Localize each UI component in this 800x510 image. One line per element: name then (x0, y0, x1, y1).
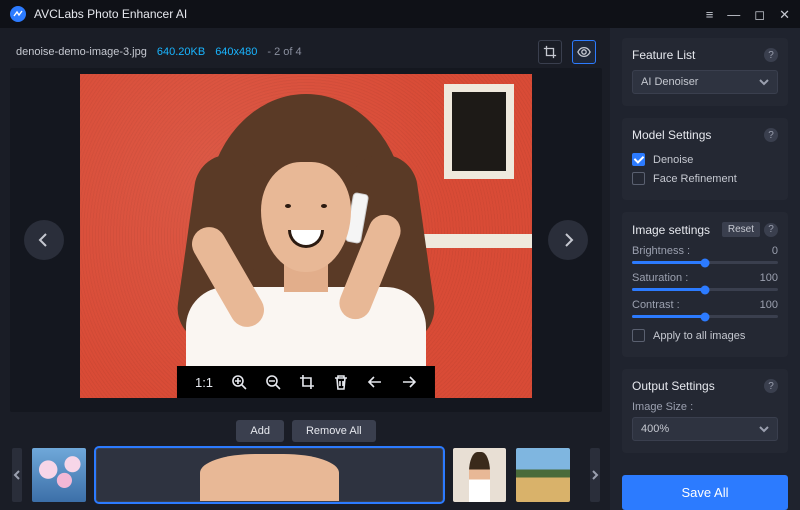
checkbox-icon (632, 329, 645, 342)
feature-select-value: AI Denoiser (641, 76, 698, 88)
save-all-button[interactable]: Save All (622, 475, 788, 510)
thumbnail[interactable] (96, 448, 444, 502)
denoise-checkbox[interactable]: Denoise (632, 150, 778, 169)
brightness-label: Brightness : (632, 245, 690, 257)
zoom-out-icon[interactable] (265, 374, 281, 390)
image-settings-heading: Image settings (632, 223, 710, 237)
thumbnail-strip (10, 448, 602, 502)
file-name: denoise-demo-image-3.jpg (16, 46, 147, 58)
brightness-value: 0 (772, 245, 778, 257)
image-viewer: 1:1 (10, 68, 602, 412)
next-image-button[interactable] (548, 220, 588, 260)
close-button[interactable]: ✕ (779, 8, 790, 21)
maximize-button[interactable]: ◻ (754, 8, 765, 21)
title-bar: AVCLabs Photo Enhancer AI ≡ — ◻ ✕ (0, 0, 800, 28)
chevron-down-icon (759, 424, 769, 434)
contrast-slider[interactable] (632, 315, 778, 318)
redo-arrow-icon[interactable] (401, 374, 417, 390)
chevron-down-icon (759, 77, 769, 87)
model-settings-panel: Model Settings? Denoise Face Refinement (622, 118, 788, 200)
output-settings-panel: Output Settings? Image Size : 400% (622, 369, 788, 453)
help-icon[interactable]: ? (764, 48, 778, 62)
apply-all-checkbox[interactable]: Apply to all images (632, 326, 778, 345)
help-icon[interactable]: ? (764, 223, 778, 237)
zoom-ratio-button[interactable]: 1:1 (195, 375, 213, 390)
remove-all-button[interactable]: Remove All (292, 420, 376, 442)
minimize-button[interactable]: — (727, 8, 740, 21)
contrast-label: Contrast : (632, 299, 680, 311)
image-size-select[interactable]: 400% (632, 417, 778, 441)
contrast-value: 100 (760, 299, 778, 311)
image-size-label: Image Size : (632, 401, 778, 413)
thumbs-prev-button[interactable] (12, 448, 22, 502)
thumbnail[interactable] (516, 448, 569, 502)
face-refinement-checkbox[interactable]: Face Refinement (632, 169, 778, 188)
zoom-in-icon[interactable] (231, 374, 247, 390)
model-heading: Model Settings (632, 128, 711, 142)
add-button[interactable]: Add (236, 420, 284, 442)
saturation-value: 100 (760, 272, 778, 284)
help-icon[interactable]: ? (764, 379, 778, 393)
preview-image (80, 74, 532, 398)
saturation-label: Saturation : (632, 272, 688, 284)
file-info-bar: denoise-demo-image-3.jpg 640.20KB 640x48… (10, 36, 602, 68)
feature-heading: Feature List (632, 48, 695, 62)
prev-image-button[interactable] (24, 220, 64, 260)
menu-icon[interactable]: ≡ (706, 8, 714, 21)
feature-panel: Feature List? AI Denoiser (622, 38, 788, 106)
crop-icon[interactable] (299, 374, 315, 390)
thumbs-next-button[interactable] (590, 448, 600, 502)
image-settings-panel: Image settings Reset? Brightness : 0 Satu… (622, 212, 788, 357)
checkbox-icon (632, 172, 645, 185)
saturation-slider[interactable] (632, 288, 778, 291)
file-dimensions: 640x480 (215, 46, 257, 58)
reset-button[interactable]: Reset (722, 222, 760, 237)
app-title: AVCLabs Photo Enhancer AI (34, 7, 698, 21)
output-heading: Output Settings (632, 379, 715, 393)
help-icon[interactable]: ? (764, 128, 778, 142)
crop-tool-button[interactable] (538, 40, 562, 64)
feature-select[interactable]: AI Denoiser (632, 70, 778, 94)
brightness-slider[interactable] (632, 261, 778, 264)
zoom-toolbar: 1:1 (177, 366, 435, 398)
thumbnail[interactable] (453, 448, 506, 502)
delete-icon[interactable] (333, 374, 349, 390)
checkbox-icon (632, 153, 645, 166)
page-indicator: - 2 of 4 (267, 46, 301, 58)
image-size-value: 400% (641, 423, 669, 435)
file-size: 640.20KB (157, 46, 205, 58)
app-logo-icon (10, 6, 26, 22)
preview-toggle-button[interactable] (572, 40, 596, 64)
undo-arrow-icon[interactable] (367, 374, 383, 390)
thumbnail[interactable] (32, 448, 85, 502)
